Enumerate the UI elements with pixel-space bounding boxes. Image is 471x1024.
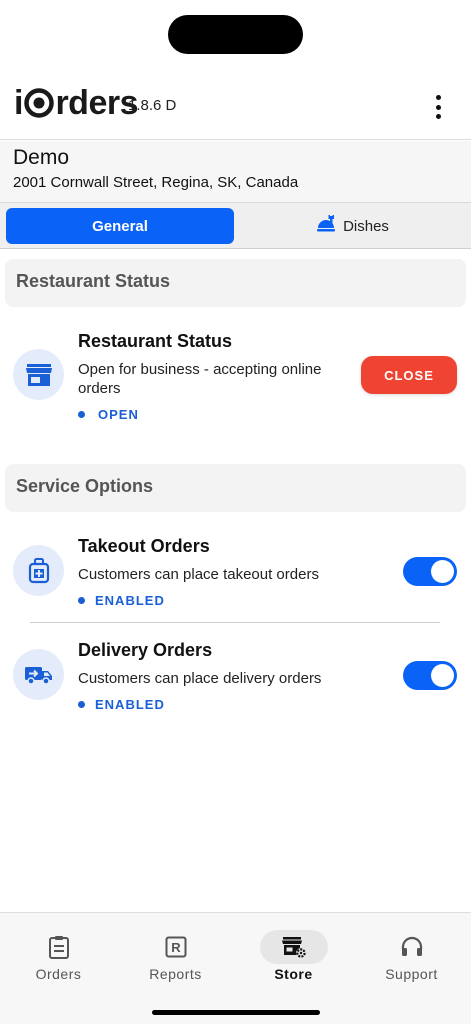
status-dot	[78, 701, 85, 708]
toggle-knob	[431, 560, 454, 583]
restaurant-status-title: Restaurant Status	[78, 331, 233, 351]
close-restaurant-button[interactable]: CLOSE	[361, 356, 457, 394]
tab-general[interactable]: General	[6, 208, 234, 244]
nav-orders-label: Orders	[35, 966, 82, 982]
headphones-icon	[378, 930, 446, 964]
takeout-status-badge: ENABLED	[78, 593, 165, 608]
iorders-logo: i rders	[14, 84, 139, 122]
logo-text-i: i	[14, 84, 24, 122]
restaurant-address: 2001 Cornwall Street, Regina, SK, Canada	[13, 174, 299, 191]
status-dot	[78, 597, 85, 604]
open-status-text: OPEN	[98, 407, 139, 422]
app-version: 1.8.6 D	[128, 97, 177, 114]
store-settings-icon	[259, 930, 328, 964]
delivery-status-badge: ENABLED	[78, 697, 165, 712]
app-header: i rders 1.8.6 D	[0, 66, 471, 140]
toggle-knob	[431, 664, 454, 687]
logo-text-rders: rders	[55, 84, 139, 122]
nav-reports[interactable]: R Reports	[117, 913, 234, 993]
delivery-toggle[interactable]	[403, 661, 457, 690]
section-title: Restaurant Status	[16, 271, 171, 291]
takeout-orders-description: Customers can place takeout orders	[78, 566, 319, 583]
logo-target-icon	[24, 88, 55, 118]
restaurant-name: Demo	[13, 146, 70, 169]
store-icon	[13, 349, 64, 400]
bottom-navigation: Orders R Reports Store Support	[0, 912, 471, 1024]
dishes-icon	[317, 215, 337, 237]
report-icon: R	[142, 930, 210, 964]
clipboard-icon	[25, 930, 93, 964]
tab-bar: General Dishes	[0, 203, 471, 249]
nav-support-label: Support	[385, 966, 438, 982]
delivery-status-text: ENABLED	[95, 697, 165, 712]
open-status-badge: OPEN	[78, 407, 139, 422]
nav-store[interactable]: Store	[235, 913, 352, 993]
status-dot	[78, 411, 85, 418]
more-menu-icon[interactable]	[428, 95, 448, 119]
takeout-toggle[interactable]	[403, 557, 457, 586]
nav-reports-label: Reports	[149, 966, 202, 982]
delivery-truck-icon	[13, 649, 64, 700]
section-title: Service Options	[16, 476, 154, 496]
restaurant-status-section-header: Restaurant Status	[5, 259, 466, 307]
tab-dishes[interactable]: Dishes	[240, 208, 466, 244]
nav-support[interactable]: Support	[353, 913, 470, 993]
tab-dishes-label: Dishes	[343, 217, 389, 235]
restaurant-status-description: Open for business - accepting online ord…	[78, 361, 322, 397]
status-bar	[0, 0, 471, 66]
nav-store-label: Store	[274, 966, 313, 982]
dynamic-island	[168, 15, 303, 54]
takeout-status-text: ENABLED	[95, 593, 165, 608]
divider	[30, 622, 440, 623]
svg-text:R: R	[171, 940, 181, 955]
restaurant-info: Demo 2001 Cornwall Street, Regina, SK, C…	[0, 141, 471, 203]
takeout-orders-title: Takeout Orders	[78, 536, 210, 556]
home-indicator	[152, 1010, 320, 1015]
nav-orders[interactable]: Orders	[0, 913, 117, 993]
service-options-section-header: Service Options	[5, 464, 466, 512]
takeout-bag-icon	[13, 545, 64, 596]
delivery-orders-description: Customers can place delivery orders	[78, 670, 322, 687]
delivery-orders-title: Delivery Orders	[78, 640, 213, 660]
